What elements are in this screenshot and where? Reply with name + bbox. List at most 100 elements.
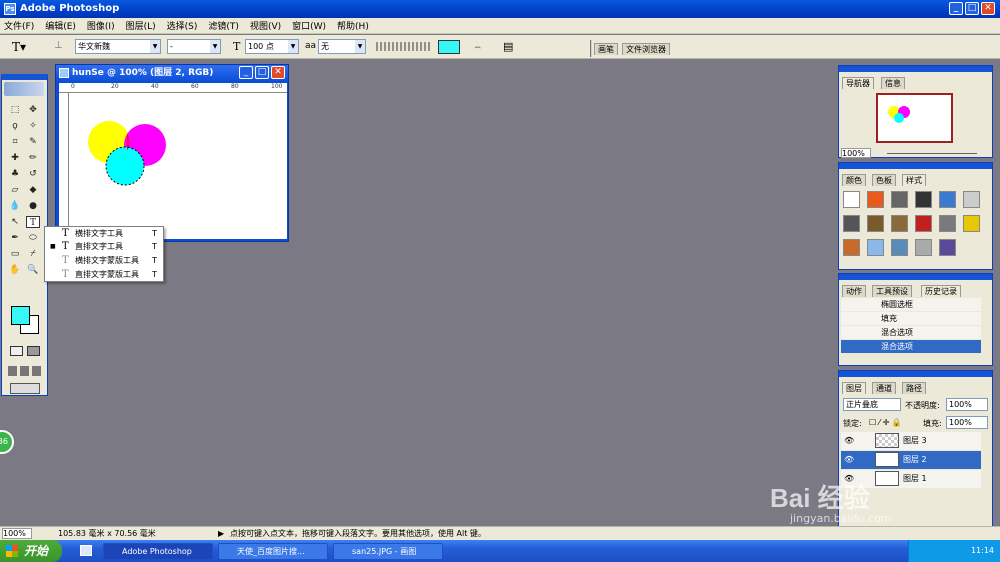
dodge-tool-icon[interactable]: ●	[26, 200, 40, 212]
path-select-icon[interactable]: ↖	[8, 216, 22, 228]
eraser-tool-icon[interactable]: ▱	[8, 184, 22, 196]
lock-icons[interactable]: ☐ ⁄ ✛ 🔒	[869, 418, 902, 427]
notes-tool-icon[interactable]: ▭	[8, 248, 22, 260]
history-brush-icon[interactable]: ↺	[26, 168, 40, 180]
status-doc-size[interactable]: 105.83 毫米 x 70.56 毫米	[58, 527, 156, 540]
zoom-tool-icon[interactable]: 🔍	[26, 264, 40, 276]
style-swatch[interactable]	[915, 215, 932, 232]
text-color-swatch[interactable]	[438, 40, 460, 54]
palettes-toggle-icon[interactable]: ▤	[503, 40, 513, 53]
tab-actions[interactable]: 动作	[842, 285, 866, 297]
menu-view[interactable]: 视图(V)	[250, 19, 281, 32]
type-tool-icon[interactable]: T	[26, 216, 40, 228]
canvas[interactable]	[69, 93, 287, 239]
font-style-select[interactable]: - ▼	[167, 39, 221, 54]
style-swatch[interactable]	[843, 239, 860, 256]
menu-edit[interactable]: 编辑(E)	[45, 19, 76, 32]
layer-row-selected[interactable]: 👁 图层 2	[841, 451, 981, 469]
menu-filter[interactable]: 滤镜(T)	[208, 19, 239, 32]
marquee-tool-icon[interactable]: ⬚	[8, 104, 22, 116]
task-paint[interactable]: san25.JPG - 画图	[333, 543, 443, 560]
navigator-zoom-value[interactable]: 100%	[841, 148, 871, 158]
history-item[interactable]: 填充	[841, 312, 981, 325]
flyout-item[interactable]: ■ T 直排文字工具 T	[45, 240, 163, 253]
hand-tool-icon[interactable]: ✋	[8, 264, 22, 276]
style-swatch[interactable]	[867, 239, 884, 256]
move-tool-icon[interactable]: ✥	[26, 104, 40, 116]
eyedropper-tool-icon[interactable]: ⌿	[26, 248, 40, 260]
align-buttons-icon[interactable]	[376, 42, 430, 51]
maximize-button[interactable]: □	[965, 2, 979, 15]
jump-to-imageready-icon[interactable]	[10, 383, 40, 394]
tab-tool-presets[interactable]: 工具预设	[872, 285, 912, 297]
eye-icon[interactable]: 👁	[844, 451, 854, 469]
fill-input[interactable]: 100%	[946, 416, 988, 429]
document-close-button[interactable]: ✕	[271, 66, 285, 79]
layer-row[interactable]: 👁 图层 3	[841, 432, 981, 450]
style-swatch[interactable]	[939, 191, 956, 208]
document-maximize-button[interactable]: □	[255, 66, 269, 79]
document-minimize-button[interactable]: _	[239, 66, 253, 79]
lasso-tool-icon[interactable]: ϙ	[8, 120, 22, 132]
style-swatch[interactable]	[843, 191, 860, 208]
panel-grip[interactable]	[839, 66, 992, 72]
tab-color[interactable]: 颜色	[842, 174, 866, 186]
flyout-item[interactable]: T 横排文字蒙版工具 T	[45, 254, 163, 267]
style-swatch[interactable]	[867, 191, 884, 208]
font-size-select[interactable]: 100 点 ▼	[245, 39, 299, 54]
foreground-color-swatch[interactable]	[11, 306, 30, 325]
orientation-toggle-icon[interactable]: ⊥	[54, 40, 63, 51]
style-swatch[interactable]	[915, 239, 932, 256]
crop-tool-icon[interactable]: ⌗	[8, 136, 22, 148]
minimize-button[interactable]: _	[949, 2, 963, 15]
tab-paths[interactable]: 路径	[902, 382, 926, 394]
tab-styles[interactable]: 样式	[902, 174, 926, 186]
style-swatch[interactable]	[891, 191, 908, 208]
history-item[interactable]: 混合选项	[841, 326, 981, 339]
panel-grip[interactable]	[839, 371, 992, 377]
opacity-input[interactable]: 100%	[946, 398, 988, 411]
panel-grip[interactable]	[839, 274, 992, 280]
tab-channels[interactable]: 通道	[872, 382, 896, 394]
menu-image[interactable]: 图像(I)	[87, 19, 115, 32]
warp-text-icon[interactable]: ⌢	[474, 40, 481, 54]
tab-swatches[interactable]: 色板	[872, 174, 896, 186]
style-swatch[interactable]	[939, 215, 956, 232]
zoom-slider[interactable]	[887, 153, 977, 154]
task-photoshop[interactable]: Adobe Photoshop	[103, 543, 213, 560]
shape-tool-icon[interactable]: ⬭	[26, 232, 40, 244]
menu-select[interactable]: 选择(S)	[167, 19, 198, 32]
style-swatch[interactable]	[891, 215, 908, 232]
close-button[interactable]: ✕	[981, 2, 995, 15]
palette-well-file-browser[interactable]: 文件浏览器	[622, 43, 670, 55]
style-swatch[interactable]	[891, 239, 908, 256]
healing-brush-icon[interactable]: ✚	[8, 152, 22, 164]
flyout-item[interactable]: T 直排文字蒙版工具 T	[45, 268, 163, 281]
slice-tool-icon[interactable]: ✎	[26, 136, 40, 148]
standard-mode-icon[interactable]	[10, 346, 23, 356]
menu-help[interactable]: 帮助(H)	[337, 19, 369, 32]
eye-icon[interactable]: 👁	[844, 432, 854, 450]
pen-tool-icon[interactable]: ✒	[8, 232, 22, 244]
style-swatch[interactable]	[843, 215, 860, 232]
task-browser[interactable]: 天使_百度图片搜...	[218, 543, 328, 560]
style-swatch[interactable]	[963, 215, 980, 232]
palette-well-brushes[interactable]: 画笔	[594, 43, 618, 55]
menu-window[interactable]: 窗口(W)	[292, 19, 326, 32]
style-swatch[interactable]	[867, 215, 884, 232]
quick-mask-icon[interactable]	[27, 346, 40, 356]
history-item-selected[interactable]: 混合选项	[841, 340, 981, 353]
tab-navigator[interactable]: 导航器	[842, 77, 874, 89]
style-swatch[interactable]	[939, 239, 956, 256]
paint-bucket-icon[interactable]: ◆	[26, 184, 40, 196]
screen-mode-icon[interactable]	[8, 366, 42, 376]
font-family-select[interactable]: 华文新魏 ▼	[75, 39, 161, 54]
brush-tool-icon[interactable]: ✏	[26, 152, 40, 164]
tab-layers[interactable]: 图层	[842, 382, 866, 394]
clock[interactable]: 11:14	[971, 546, 994, 555]
style-swatch[interactable]	[963, 191, 980, 208]
blend-mode-select[interactable]: 正片叠底	[843, 398, 901, 411]
flyout-item[interactable]: T 横排文字工具 T	[45, 227, 163, 240]
blur-tool-icon[interactable]: 💧	[8, 200, 22, 212]
type-tool-icon[interactable]: T▾	[12, 40, 26, 54]
